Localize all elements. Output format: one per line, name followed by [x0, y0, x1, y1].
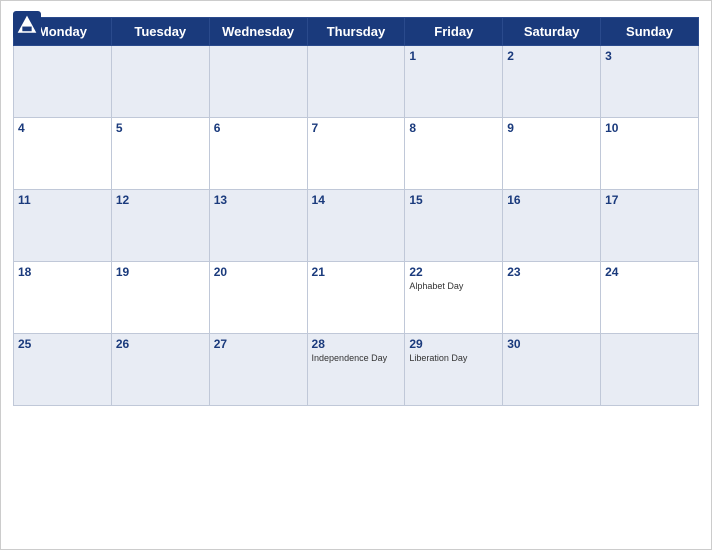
day-cell: 1	[405, 46, 503, 118]
day-cell: 30	[503, 334, 601, 406]
day-cell: 27	[209, 334, 307, 406]
day-cell: 14	[307, 190, 405, 262]
day-number: 24	[605, 265, 694, 279]
weekday-header-wednesday: Wednesday	[209, 18, 307, 46]
day-number: 22	[409, 265, 498, 279]
calendar-grid: MondayTuesdayWednesdayThursdayFridaySatu…	[13, 17, 699, 406]
day-number: 3	[605, 49, 694, 63]
day-number: 30	[507, 337, 596, 351]
day-number: 1	[409, 49, 498, 63]
holiday-name: Independence Day	[312, 353, 401, 364]
day-cell: 15	[405, 190, 503, 262]
day-number: 23	[507, 265, 596, 279]
day-cell: 10	[601, 118, 699, 190]
day-number: 8	[409, 121, 498, 135]
calendar-container: MondayTuesdayWednesdayThursdayFridaySatu…	[0, 0, 712, 550]
day-cell: 6	[209, 118, 307, 190]
day-number: 20	[214, 265, 303, 279]
weekday-header-sunday: Sunday	[601, 18, 699, 46]
day-number: 11	[18, 193, 107, 207]
day-cell: 17	[601, 190, 699, 262]
day-cell: 2	[503, 46, 601, 118]
day-cell: 28 Independence Day	[307, 334, 405, 406]
day-cell: 4	[14, 118, 112, 190]
logo-area	[13, 11, 44, 39]
day-cell	[111, 46, 209, 118]
day-number: 4	[18, 121, 107, 135]
day-number: 27	[214, 337, 303, 351]
week-row-4: 18 19 20 21 22 Alphabet Day 23 24	[14, 262, 699, 334]
day-cell: 21	[307, 262, 405, 334]
day-cell	[14, 46, 112, 118]
day-cell: 26	[111, 334, 209, 406]
day-cell: 8	[405, 118, 503, 190]
day-cell	[601, 334, 699, 406]
day-number: 28	[312, 337, 401, 351]
weekday-header-row: MondayTuesdayWednesdayThursdayFridaySatu…	[14, 18, 699, 46]
day-number: 16	[507, 193, 596, 207]
day-cell: 22 Alphabet Day	[405, 262, 503, 334]
day-cell: 13	[209, 190, 307, 262]
day-cell: 19	[111, 262, 209, 334]
weekday-header-thursday: Thursday	[307, 18, 405, 46]
week-row-1: 123	[14, 46, 699, 118]
day-cell	[307, 46, 405, 118]
day-cell: 12	[111, 190, 209, 262]
day-number: 13	[214, 193, 303, 207]
day-number: 25	[18, 337, 107, 351]
day-number: 12	[116, 193, 205, 207]
day-number: 5	[116, 121, 205, 135]
day-cell: 18	[14, 262, 112, 334]
day-cell: 3	[601, 46, 699, 118]
day-number: 7	[312, 121, 401, 135]
day-cell: 23	[503, 262, 601, 334]
week-row-3: 11 12 13 14 15 16 17	[14, 190, 699, 262]
day-number: 6	[214, 121, 303, 135]
day-number: 2	[507, 49, 596, 63]
day-number: 17	[605, 193, 694, 207]
day-cell: 29 Liberation Day	[405, 334, 503, 406]
week-row-2: 456789 10	[14, 118, 699, 190]
day-number: 19	[116, 265, 205, 279]
day-number: 14	[312, 193, 401, 207]
week-row-5: 25 26 27 28 Independence Day 29 Liberation Day…	[14, 334, 699, 406]
day-number: 29	[409, 337, 498, 351]
general-blue-logo-icon	[13, 11, 41, 39]
day-cell: 5	[111, 118, 209, 190]
day-number: 9	[507, 121, 596, 135]
day-cell: 25	[14, 334, 112, 406]
day-cell	[209, 46, 307, 118]
holiday-name: Liberation Day	[409, 353, 498, 364]
weekday-header-friday: Friday	[405, 18, 503, 46]
day-cell: 11	[14, 190, 112, 262]
day-cell: 24	[601, 262, 699, 334]
weekday-header-tuesday: Tuesday	[111, 18, 209, 46]
weekday-header-saturday: Saturday	[503, 18, 601, 46]
day-cell: 20	[209, 262, 307, 334]
day-number: 15	[409, 193, 498, 207]
day-number: 18	[18, 265, 107, 279]
day-number: 26	[116, 337, 205, 351]
holiday-name: Alphabet Day	[409, 281, 498, 292]
day-cell: 16	[503, 190, 601, 262]
day-cell: 9	[503, 118, 601, 190]
day-number: 10	[605, 121, 694, 135]
day-number: 21	[312, 265, 401, 279]
day-cell: 7	[307, 118, 405, 190]
